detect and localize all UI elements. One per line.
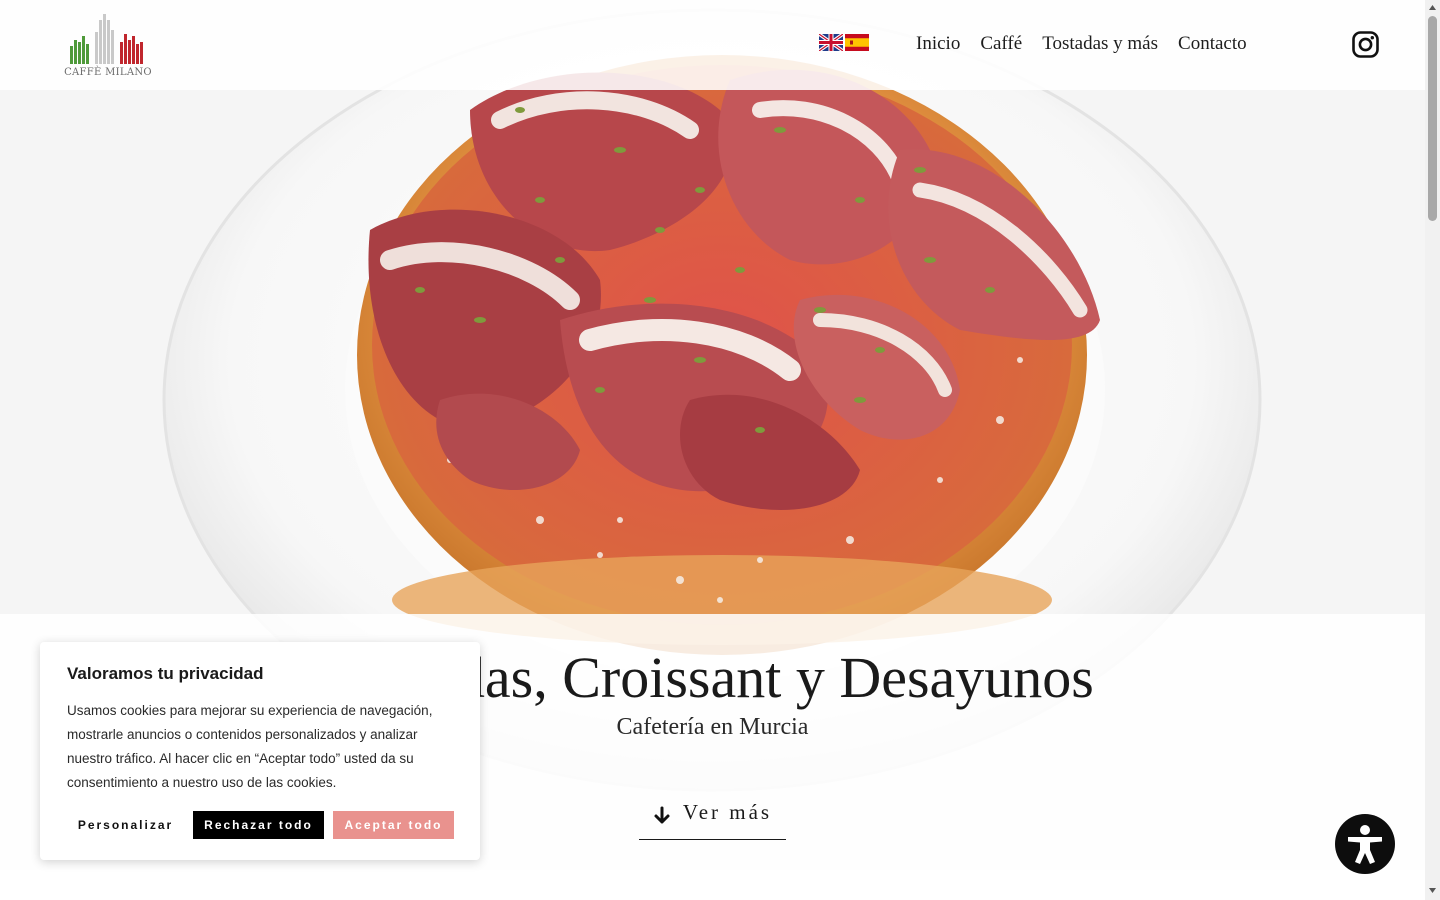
- nav-item-tostadas[interactable]: Tostadas y más: [1042, 33, 1158, 55]
- see-more-label: Ver más: [682, 800, 773, 824]
- spain-flag-icon[interactable]: [845, 34, 869, 51]
- main-nav: Inicio Caffé Tostadas y más Contacto: [916, 33, 1247, 55]
- instagram-icon[interactable]: [1352, 31, 1379, 58]
- cookie-description: Usamos cookies para mejorar su experienc…: [67, 703, 433, 790]
- scrollbar-thumb[interactable]: [1428, 16, 1437, 221]
- arrow-down-icon: [654, 806, 670, 824]
- customize-cookies-button[interactable]: Personalizar: [67, 811, 184, 839]
- next-section-edge: [0, 870, 1425, 900]
- nav-item-inicio[interactable]: Inicio: [916, 33, 960, 55]
- page-scrollbar[interactable]: [1425, 0, 1440, 900]
- logo-text: CAFFÈ MILANO: [64, 67, 152, 78]
- cookie-title: Valoramos tu privacidad: [67, 664, 264, 683]
- scroll-up-arrow-icon[interactable]: [1428, 3, 1437, 12]
- accept-all-button[interactable]: Aceptar todo: [333, 811, 454, 839]
- caffe-milano-logo[interactable]: CAFFÈ MILANO: [60, 12, 156, 78]
- nav-item-caffe[interactable]: Caffé: [980, 33, 1022, 55]
- cookie-actions: Personalizar Rechazar todo Aceptar todo: [67, 811, 454, 839]
- reject-all-button[interactable]: Rechazar todo: [193, 811, 324, 839]
- accessibility-button[interactable]: [1335, 814, 1395, 874]
- cookie-consent-banner: Valoramos tu privacidad Usamos cookies p…: [40, 642, 480, 860]
- scroll-down-arrow-icon[interactable]: [1428, 886, 1437, 895]
- logo-bars-graphic: [70, 14, 143, 64]
- language-switcher: [819, 34, 869, 51]
- accessibility-icon: [1348, 825, 1382, 864]
- see-more-button[interactable]: Ver más: [639, 800, 786, 840]
- site-header: CAFFÈ MILANO Inicio Caffé Tostadas y más…: [0, 0, 1425, 90]
- uk-flag-icon[interactable]: [819, 34, 843, 51]
- nav-item-contacto[interactable]: Contacto: [1178, 33, 1247, 55]
